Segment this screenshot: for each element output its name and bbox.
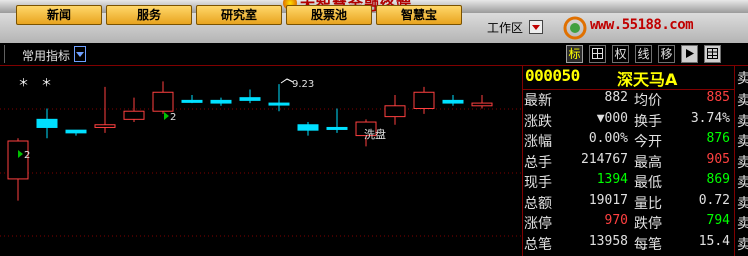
sell-side-label: 卖 [737, 71, 748, 87]
quote-label: 涨跌 [524, 113, 552, 130]
table-icon [707, 48, 718, 59]
quote-value: 882 [604, 90, 628, 105]
buy-marker-icon [164, 112, 169, 120]
sell-side-label: 卖 [737, 113, 748, 130]
quote-value: 19017 [588, 192, 628, 208]
sell-side-label: 卖 [737, 134, 748, 150]
toolbar-divider [0, 45, 5, 63]
sell-side-label: 卖 [737, 195, 748, 212]
peak-price-label: 9.23 [292, 79, 314, 90]
quote-label: 最高 [634, 154, 662, 171]
menu-button-news[interactable]: 新闻 [16, 5, 102, 25]
toolbar-line-button[interactable]: 线 [635, 45, 652, 63]
menu-button-service[interactable]: 服务 [106, 5, 192, 25]
quote-value: 876 [706, 131, 730, 146]
candle-body[interactable] [471, 102, 493, 107]
candle-body[interactable] [413, 91, 435, 109]
play-icon [686, 49, 694, 58]
quote-value: 1394 [596, 172, 628, 187]
menu-button-wisdom[interactable]: 智慧宝 [376, 5, 462, 25]
quote-label: 总笔 [524, 236, 552, 253]
toolbar-table-button[interactable] [704, 45, 721, 63]
indicator-dropdown-icon[interactable] [74, 46, 86, 62]
candle-body[interactable] [123, 110, 145, 120]
stock-code: 000050 [525, 66, 580, 85]
buy-marker-label: 2 [24, 150, 30, 161]
toolbar-grid-button[interactable] [589, 45, 606, 63]
candle-body[interactable] [297, 124, 319, 131]
quote-value: 885 [706, 90, 730, 105]
quote-value: 970 [604, 213, 628, 228]
candle-body[interactable] [181, 99, 203, 103]
sell-side-label: 卖 [737, 175, 748, 191]
sell-side-label: 卖 [737, 236, 748, 253]
quote-label: 总额 [524, 195, 552, 212]
workzone-dropdown-button[interactable] [529, 20, 543, 34]
quote-label: 涨停 [524, 216, 552, 232]
quote-value: 905 [706, 151, 730, 167]
candle-body[interactable] [152, 91, 174, 112]
quote-label: 量比 [634, 195, 662, 212]
quote-value: 13958 [588, 233, 628, 249]
sell-side-label: 卖 [737, 216, 748, 232]
menu-button-stock-pool[interactable]: 股票池 [286, 5, 372, 25]
site-url[interactable]: www.55188.com [590, 17, 694, 33]
toolbar-rights-button[interactable]: 权 [612, 45, 629, 63]
toolbar-play-button[interactable] [681, 45, 698, 63]
buy-marker-label: 2 [170, 112, 176, 123]
quote-label: 每笔 [634, 236, 662, 253]
chart-star-marker: ＊ [41, 76, 52, 89]
candle-body[interactable] [268, 102, 290, 106]
workzone-label: 工作区 [487, 21, 524, 35]
quote-label: 现手 [524, 175, 552, 191]
quote-value: 3.74% [690, 110, 730, 126]
site-logo-icon [563, 16, 587, 40]
quote-value: ▼000 [596, 110, 628, 126]
candle-body[interactable] [326, 126, 348, 130]
candle-body[interactable] [384, 105, 406, 118]
quote-value: 0.72 [698, 192, 730, 208]
candle-body[interactable] [65, 129, 87, 134]
quote-value: 794 [706, 213, 730, 228]
washout-annotation: 洗盘 [364, 127, 386, 141]
quote-label: 换手 [634, 113, 662, 130]
grid-icon [592, 48, 603, 59]
candle-body[interactable] [442, 99, 464, 104]
quote-value: 15.4 [698, 233, 730, 249]
candle-body[interactable] [210, 99, 232, 104]
quote-label: 总手 [524, 154, 552, 171]
quote-label: 今开 [634, 134, 662, 150]
chart-star-marker: ＊ [18, 76, 29, 89]
candle-body[interactable] [239, 97, 261, 101]
quote-side-divider [734, 66, 735, 256]
quote-label: 均价 [634, 93, 662, 109]
toolbar-mark-button[interactable]: 标 [566, 45, 583, 63]
quote-value: 869 [706, 172, 730, 187]
indicator-selector-label[interactable]: 常用指标 [22, 47, 70, 64]
sell-side-label: 卖 [737, 154, 748, 171]
menu-button-research[interactable]: 研究室 [196, 5, 282, 25]
candle-body[interactable] [94, 124, 116, 128]
quote-label: 最低 [634, 175, 662, 191]
candlestick-chart[interactable]: ＊ ＊ 9.23 2 2 洗盘 [0, 66, 522, 256]
toolbar-move-button[interactable]: 移 [658, 45, 675, 63]
quote-label: 涨幅 [524, 134, 552, 150]
candle-body[interactable] [36, 118, 58, 128]
sell-side-label: 卖 [737, 93, 748, 109]
quote-label: 最新 [524, 93, 552, 109]
quote-value: 0.00% [588, 131, 628, 146]
quote-label: 跌停 [634, 216, 662, 232]
quote-value: 214767 [581, 151, 628, 167]
stock-name: 深天马A [617, 70, 678, 89]
